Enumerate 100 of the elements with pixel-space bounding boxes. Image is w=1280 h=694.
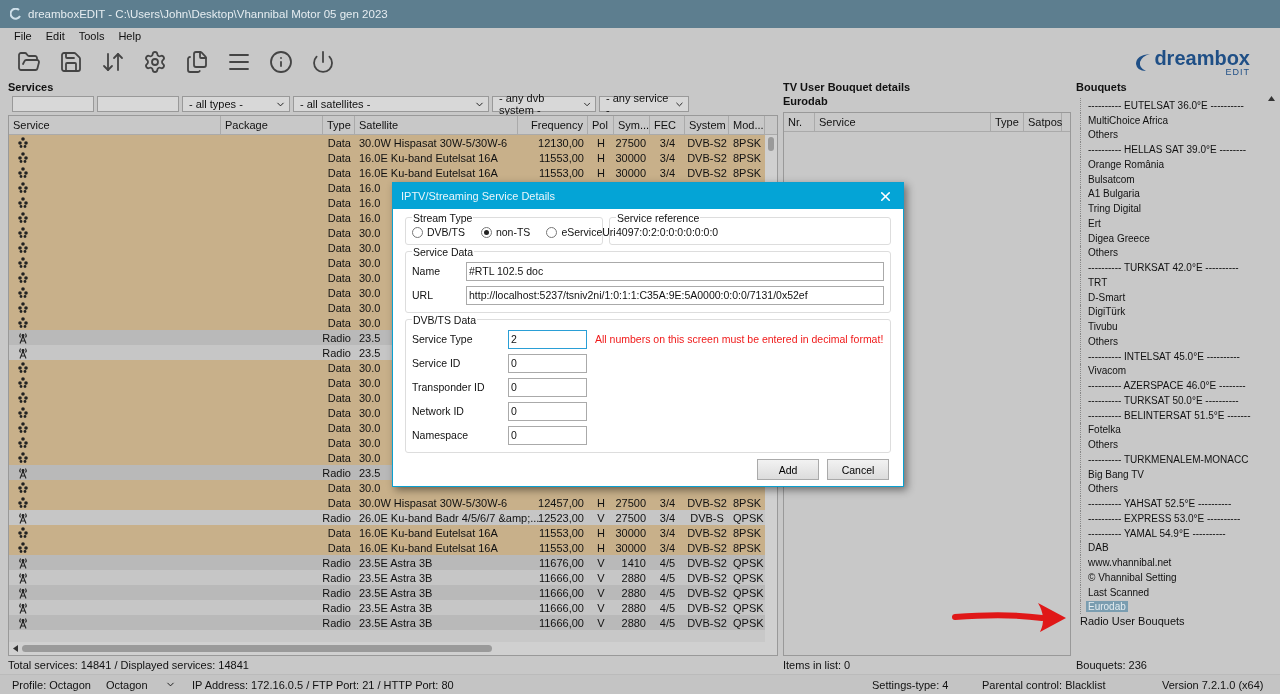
tree-item[interactable]: TRT xyxy=(1086,276,1110,288)
tree-item[interactable]: D-Smart xyxy=(1086,291,1128,303)
input-field[interactable]: #RTL 102.5 doc xyxy=(466,261,884,281)
column-header[interactable]: FEC xyxy=(650,116,685,134)
tree-item[interactable]: Ert xyxy=(1086,217,1103,229)
tree-item[interactable]: Others xyxy=(1086,439,1120,451)
tree-item[interactable]: ---------- AZERSPACE 46.0°E -------- xyxy=(1086,380,1248,392)
column-header[interactable]: Frequency xyxy=(518,116,588,134)
tree-item[interactable]: ---------- YAHSAT 52.5°E ---------- xyxy=(1086,498,1234,510)
column-header[interactable]: Package xyxy=(221,116,323,134)
table-cell: Data xyxy=(327,166,351,179)
tree-item[interactable]: Others xyxy=(1086,129,1120,141)
horizontal-scrollbar[interactable] xyxy=(9,642,777,655)
add-button[interactable]: Add xyxy=(757,459,819,480)
menu-item[interactable]: Help xyxy=(118,30,141,42)
tree-item[interactable]: Big Bang TV xyxy=(1086,468,1146,480)
tree-item[interactable]: DAB xyxy=(1086,542,1111,554)
scroll-left-icon[interactable] xyxy=(13,645,18,652)
input-field[interactable]: 0 xyxy=(508,401,587,421)
dots-cluster-icon xyxy=(17,242,29,253)
tree-item[interactable]: Tring Digital xyxy=(1086,203,1143,215)
tree-item[interactable]: Vivacom xyxy=(1086,365,1129,377)
input-field[interactable]: 0 xyxy=(508,377,587,397)
table-cell: 3/4 xyxy=(659,151,676,164)
tree-item[interactable]: www.vhannibal.net xyxy=(1086,557,1174,569)
service-row[interactable]: Data 30.0W Hispasat 30W-5/30W-6 12130,00 H 27500 3/4 DVB-S2 8PSK xyxy=(9,135,765,150)
tree-item[interactable]: Others xyxy=(1086,483,1120,495)
tree-item[interactable]: ---------- TURKSAT 42.0°E ---------- xyxy=(1086,262,1241,274)
menu-item[interactable]: Tools xyxy=(78,30,105,42)
tree-item[interactable]: Fotelka xyxy=(1086,424,1123,436)
scroll-up-icon[interactable] xyxy=(1267,96,1275,101)
column-header[interactable]: Mod... xyxy=(729,116,765,134)
tree-item[interactable]: Last Scanned xyxy=(1086,586,1152,598)
column-header[interactable]: Service xyxy=(9,116,221,134)
column-header[interactable]: Nr. xyxy=(784,113,815,131)
tree-item[interactable]: Tivubu xyxy=(1086,321,1120,333)
tree-item[interactable]: ---------- YAMAL 54.9°E ---------- xyxy=(1086,527,1228,539)
column-header[interactable]: Type xyxy=(323,116,355,134)
column-header[interactable]: Satpos xyxy=(1024,113,1062,131)
filter-dropdown[interactable]: - any service - xyxy=(599,96,689,112)
radio-option[interactable]: DVB/TS xyxy=(412,226,465,238)
tree-item[interactable]: Digea Greece xyxy=(1086,232,1152,244)
service-row[interactable]: Radio 23.5E Astra 3B 11666,00 V 2880 4/5 DVB-S2 QPSK xyxy=(9,615,765,630)
service-row[interactable]: Radio 23.5E Astra 3B 11666,00 V 2880 4/5 DVB-S2 QPSK xyxy=(9,585,765,600)
info-icon[interactable] xyxy=(268,49,294,75)
service-row[interactable]: Data 16.0E Ku-band Eutelsat 16A 11553,00 H 30000 3/4 DVB-S2 8PSK xyxy=(9,150,765,165)
tree-item[interactable]: ---------- TURKMENALEM-MONACC xyxy=(1086,453,1251,465)
service-row[interactable]: Data 16.0E Ku-band Eutelsat 16A 11553,00 H 30000 3/4 DVB-S2 8PSK xyxy=(9,540,765,555)
settings-icon[interactable] xyxy=(142,49,168,75)
tree-item[interactable]: © Vhannibal Setting xyxy=(1086,571,1179,583)
tree-item[interactable]: ---------- HELLAS SAT 39.0°E -------- xyxy=(1086,144,1249,156)
table-cell: 16.0E Ku-band Eutelsat 16A xyxy=(359,151,498,164)
menu-item[interactable]: File xyxy=(14,30,32,42)
input-field[interactable]: 2 xyxy=(508,329,587,349)
antenna-icon xyxy=(17,346,29,359)
tree-item[interactable]: Bulsatcom xyxy=(1086,173,1137,185)
tree-item[interactable]: ---------- TURKSAT 50.0°E ---------- xyxy=(1086,394,1241,406)
tree-item[interactable]: ---------- BELINTERSAT 51.5°E ------- xyxy=(1086,409,1253,421)
service-row[interactable]: Data 16.0E Ku-band Eutelsat 16A 11553,00 H 30000 3/4 DVB-S2 8PSK xyxy=(9,525,765,540)
tree-item[interactable]: Others xyxy=(1086,247,1120,259)
antenna-icon xyxy=(17,571,29,584)
table-cell: 27500 xyxy=(615,496,646,509)
column-header[interactable]: Sym... xyxy=(614,116,650,134)
service-row[interactable]: Data 16.0E Ku-band Eutelsat 16A 11553,00 H 30000 3/4 DVB-S2 8PSK xyxy=(9,165,765,180)
column-header[interactable]: Service xyxy=(815,113,991,131)
filter-dropdown[interactable]: - all types - xyxy=(182,96,290,112)
tree-item[interactable]: ---------- EUTELSAT 36.0°E ---------- xyxy=(1086,99,1246,111)
tree-item[interactable]: Others xyxy=(1086,335,1120,347)
input-field[interactable]: http://localhost:5237/tsniv2ni/1:0:1:1:C35A:9E:5A0000:0:0:0/7131/0x52ef xyxy=(466,285,884,305)
column-header[interactable]: System xyxy=(685,116,729,134)
profile-label: Profile: Octagon xyxy=(11,678,92,691)
table-cell: Data xyxy=(327,136,351,149)
tree-item[interactable]: Orange România xyxy=(1086,158,1167,170)
cancel-button[interactable]: Cancel xyxy=(827,459,889,480)
column-header[interactable]: Type xyxy=(991,113,1024,131)
tree-item[interactable]: ---------- INTELSAT 45.0°E ---------- xyxy=(1086,350,1242,362)
power-icon[interactable] xyxy=(310,49,336,75)
service-row[interactable]: Radio 23.5E Astra 3B 11676,00 V 1410 4/5 DVB-S2 QPSK xyxy=(9,555,765,570)
scrollbar-thumb[interactable] xyxy=(22,645,492,652)
table-cell: Data xyxy=(327,496,351,509)
tree-item[interactable]: A1 Bulgaria xyxy=(1086,188,1142,200)
filter-field[interactable] xyxy=(97,96,179,112)
column-header[interactable]: Satellite xyxy=(355,116,518,134)
tree-item[interactable]: ---------- EXPRESS 53.0°E ---------- xyxy=(1086,512,1243,524)
table-cell: Radio xyxy=(322,616,351,629)
radio-option[interactable]: non-TS xyxy=(480,226,531,238)
input-field[interactable]: 0 xyxy=(508,425,587,445)
service-row[interactable]: Data 30.0W Hispasat 30W-5/30W-6 12457,00 H 27500 3/4 DVB-S2 8PSK xyxy=(9,495,765,510)
filter-field[interactable] xyxy=(12,96,94,112)
input-field[interactable]: 0 xyxy=(508,353,587,373)
tree-item[interactable]: MultiChoice Africa xyxy=(1086,114,1171,126)
radio-option[interactable]: eServiceUri xyxy=(546,226,616,238)
documents-icon[interactable] xyxy=(184,49,210,75)
scrollbar-thumb[interactable] xyxy=(768,137,774,151)
tree-item[interactable]: Radio User Bouquets xyxy=(1080,614,1185,630)
profile-dropdown[interactable]: Octagon xyxy=(98,678,180,691)
column-header[interactable]: Pol xyxy=(588,116,614,134)
filter-dropdown[interactable]: - all satellites - xyxy=(293,96,489,112)
menu-item[interactable]: Edit xyxy=(45,30,65,42)
tree-item[interactable]: DigiTürk xyxy=(1086,306,1128,318)
